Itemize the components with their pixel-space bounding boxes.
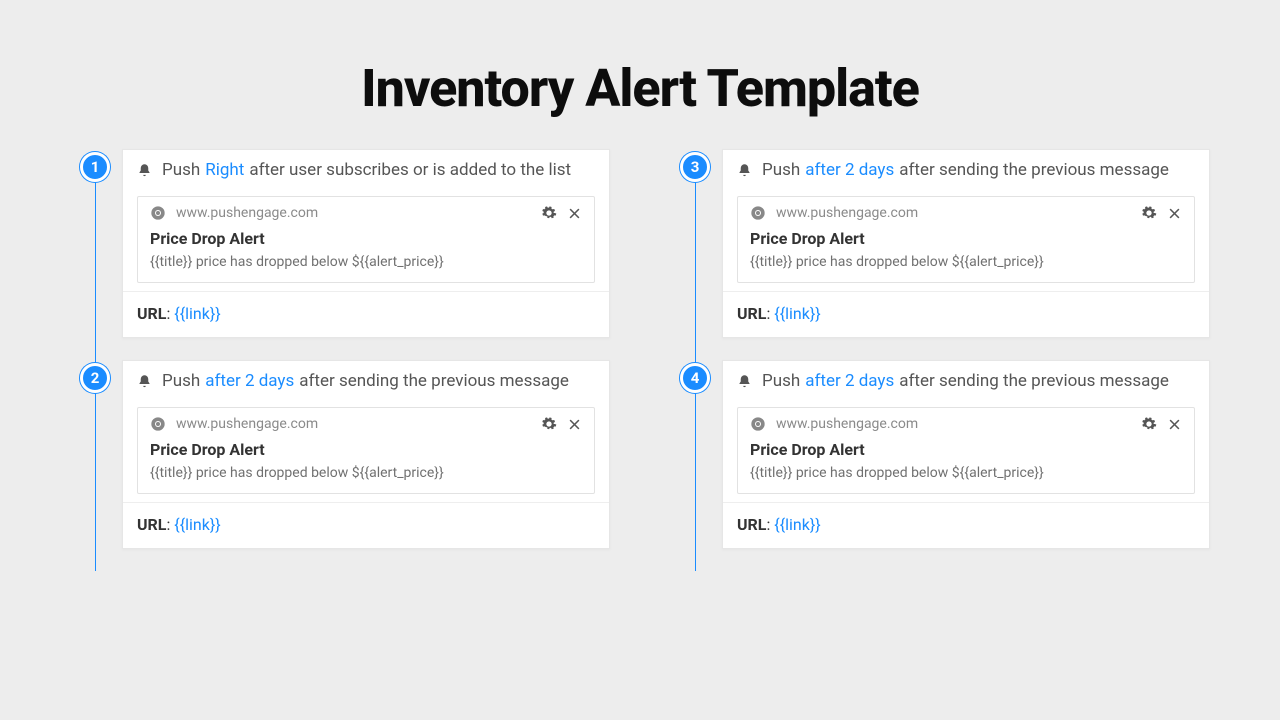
chrome-icon	[150, 205, 166, 221]
notification-body: {{title}} price has dropped below ${{ale…	[738, 465, 1194, 493]
gear-icon[interactable]	[1141, 416, 1157, 432]
url-label: URL	[737, 515, 766, 534]
url-label: URL	[137, 304, 166, 323]
card: Push after 2 days after sending the prev…	[722, 360, 1210, 549]
gear-icon[interactable]	[1141, 205, 1157, 221]
step-number-badge: 2	[80, 363, 110, 393]
notification-preview: www.pushengage.com Price Drop Alert {{ti…	[137, 407, 595, 494]
column-right: 3 Push after 2 days after sending the pr…	[670, 149, 1210, 571]
page-title: Inventory Alert Template	[0, 0, 1280, 149]
chrome-icon	[750, 416, 766, 432]
step-card: 2 Push after 2 days after sending the pr…	[70, 360, 610, 549]
push-trail: after sending the previous message	[299, 371, 569, 391]
notification-title: Price Drop Alert	[138, 227, 594, 254]
push-trail: after user subscribes or is added to the…	[249, 160, 571, 180]
step-number-badge: 1	[80, 152, 110, 182]
push-trail: after sending the previous message	[899, 371, 1169, 391]
close-icon[interactable]	[1167, 417, 1182, 432]
bell-icon	[137, 163, 152, 178]
column-left: 1 Push Right after user subscribes or is…	[70, 149, 610, 571]
card: Push after 2 days after sending the prev…	[722, 149, 1210, 338]
notification-body: {{title}} price has dropped below ${{ale…	[738, 254, 1194, 282]
step-card: 3 Push after 2 days after sending the pr…	[670, 149, 1210, 338]
url-row: URL: {{link}}	[123, 502, 609, 548]
push-timing[interactable]: after 2 days	[805, 371, 894, 391]
bell-icon	[737, 163, 752, 178]
url-label: URL	[137, 515, 166, 534]
notification-top-bar: www.pushengage.com	[138, 408, 594, 438]
step-card: 4 Push after 2 days after sending the pr…	[670, 360, 1210, 549]
card-header: Push after 2 days after sending the prev…	[123, 361, 609, 407]
step-number-badge: 4	[680, 363, 710, 393]
notification-preview: www.pushengage.com Price Drop Alert {{ti…	[737, 196, 1195, 283]
step-number-badge: 3	[680, 152, 710, 182]
notification-title: Price Drop Alert	[738, 227, 1194, 254]
gear-icon[interactable]	[541, 205, 557, 221]
gear-icon[interactable]	[541, 416, 557, 432]
url-value[interactable]: {{link}}	[774, 515, 820, 534]
url-value[interactable]: {{link}}	[174, 515, 220, 534]
push-timing[interactable]: after 2 days	[805, 160, 894, 180]
push-trail: after sending the previous message	[899, 160, 1169, 180]
chrome-icon	[150, 416, 166, 432]
step-card: 1 Push Right after user subscribes or is…	[70, 149, 610, 338]
push-label: Push	[762, 371, 800, 391]
notification-domain: www.pushengage.com	[776, 205, 1131, 221]
notification-domain: www.pushengage.com	[176, 416, 531, 432]
notification-top-bar: www.pushengage.com	[738, 408, 1194, 438]
notification-domain: www.pushengage.com	[176, 205, 531, 221]
notification-title: Price Drop Alert	[138, 438, 594, 465]
push-label: Push	[762, 160, 800, 180]
card-header: Push after 2 days after sending the prev…	[723, 361, 1209, 407]
card: Push after 2 days after sending the prev…	[122, 360, 610, 549]
push-timing[interactable]: Right	[205, 160, 244, 180]
notification-top-bar: www.pushengage.com	[138, 197, 594, 227]
notification-body: {{title}} price has dropped below ${{ale…	[138, 254, 594, 282]
chrome-icon	[750, 205, 766, 221]
bell-icon	[737, 374, 752, 389]
url-value[interactable]: {{link}}	[774, 304, 820, 323]
url-row: URL: {{link}}	[723, 502, 1209, 548]
notification-preview: www.pushengage.com Price Drop Alert {{ti…	[137, 196, 595, 283]
card-header: Push Right after user subscribes or is a…	[123, 150, 609, 196]
notification-body: {{title}} price has dropped below ${{ale…	[138, 465, 594, 493]
close-icon[interactable]	[567, 206, 582, 221]
url-label: URL	[737, 304, 766, 323]
close-icon[interactable]	[567, 417, 582, 432]
notification-preview: www.pushengage.com Price Drop Alert {{ti…	[737, 407, 1195, 494]
card: Push Right after user subscribes or is a…	[122, 149, 610, 338]
notification-top-bar: www.pushengage.com	[738, 197, 1194, 227]
url-row: URL: {{link}}	[123, 291, 609, 337]
url-value[interactable]: {{link}}	[174, 304, 220, 323]
close-icon[interactable]	[1167, 206, 1182, 221]
steps-container: 1 Push Right after user subscribes or is…	[0, 149, 1280, 571]
push-label: Push	[162, 160, 200, 180]
push-label: Push	[162, 371, 200, 391]
push-timing[interactable]: after 2 days	[205, 371, 294, 391]
url-row: URL: {{link}}	[723, 291, 1209, 337]
card-header: Push after 2 days after sending the prev…	[723, 150, 1209, 196]
notification-domain: www.pushengage.com	[776, 416, 1131, 432]
notification-title: Price Drop Alert	[738, 438, 1194, 465]
bell-icon	[137, 374, 152, 389]
